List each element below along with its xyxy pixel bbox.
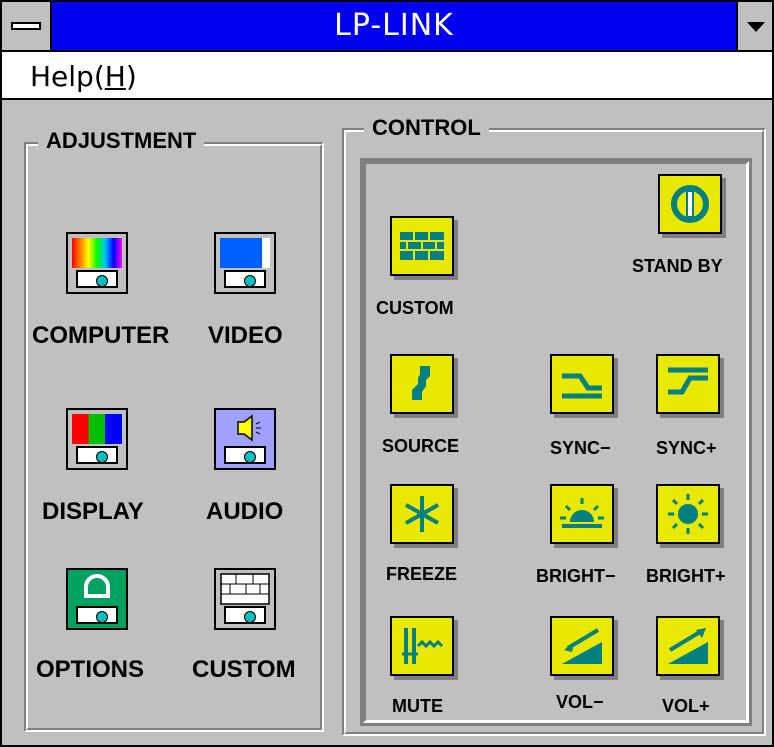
- power-icon[interactable]: [658, 174, 722, 234]
- options-icon[interactable]: [66, 568, 128, 630]
- minimize-button[interactable]: [736, 2, 772, 50]
- custom-grid-icon[interactable]: [214, 568, 276, 630]
- adjustment-display-label: DISPLAY: [42, 498, 144, 525]
- chevron-down-icon: [747, 22, 765, 32]
- mute-icon[interactable]: [390, 616, 454, 676]
- control-custom-label: CUSTOM: [376, 298, 454, 318]
- menu-help-mnemonic: H: [104, 60, 126, 93]
- control-vol-plus-label: VOL+: [662, 696, 710, 716]
- display-icon[interactable]: [66, 408, 128, 470]
- menu-bar: Help(H): [2, 52, 772, 100]
- volume-down-icon[interactable]: [550, 616, 614, 676]
- adjustment-title: ADJUSTMENT: [38, 128, 205, 154]
- adjustment-computer-label: COMPUTER: [32, 322, 170, 349]
- source-icon[interactable]: [390, 354, 454, 414]
- speaker-icon[interactable]: [214, 408, 276, 470]
- control-freeze-label: FREEZE: [386, 564, 458, 584]
- control-bright-plus-label: BRIGHT+: [646, 566, 726, 586]
- volume-up-icon[interactable]: [656, 616, 720, 676]
- computer-rainbow-icon[interactable]: [66, 232, 128, 294]
- adjustment-custom-label: CUSTOM: [192, 656, 296, 683]
- control-mute-label: MUTE: [392, 696, 443, 716]
- bright-minus-icon[interactable]: [550, 484, 614, 544]
- bright-plus-icon[interactable]: [656, 484, 720, 544]
- title-bar[interactable]: LP-LINK: [2, 2, 772, 52]
- menu-help-prefix: Help(: [30, 60, 105, 93]
- video-icon[interactable]: [214, 232, 276, 294]
- sync-minus-icon[interactable]: [550, 354, 614, 414]
- custom-bricks-icon[interactable]: [390, 216, 454, 276]
- control-source-label: SOURCE: [382, 436, 460, 456]
- menu-help[interactable]: Help(H): [30, 60, 137, 93]
- control-title: CONTROL: [364, 115, 489, 141]
- freeze-icon[interactable]: [390, 484, 454, 544]
- control-bright-minus-label: BRIGHT−: [536, 566, 616, 586]
- control-vol-minus-label: VOL−: [556, 692, 604, 712]
- control-standby-label: STAND BY: [632, 256, 723, 276]
- system-menu-button[interactable]: [2, 2, 52, 50]
- main-window: LP-LINK Help(H) ADJUSTMENT COMPUTER VIDE…: [0, 0, 774, 747]
- control-sync-minus-label: SYNC−: [550, 438, 611, 458]
- adjustment-video-label: VIDEO: [208, 322, 283, 349]
- menu-help-suffix: ): [125, 60, 137, 93]
- control-sync-plus-label: SYNC+: [656, 438, 717, 458]
- system-menu-icon: [11, 22, 41, 30]
- adjustment-options-label: OPTIONS: [36, 656, 145, 683]
- sync-plus-icon[interactable]: [656, 354, 720, 414]
- window-title: LP-LINK: [334, 8, 454, 43]
- adjustment-audio-label: AUDIO: [206, 498, 284, 525]
